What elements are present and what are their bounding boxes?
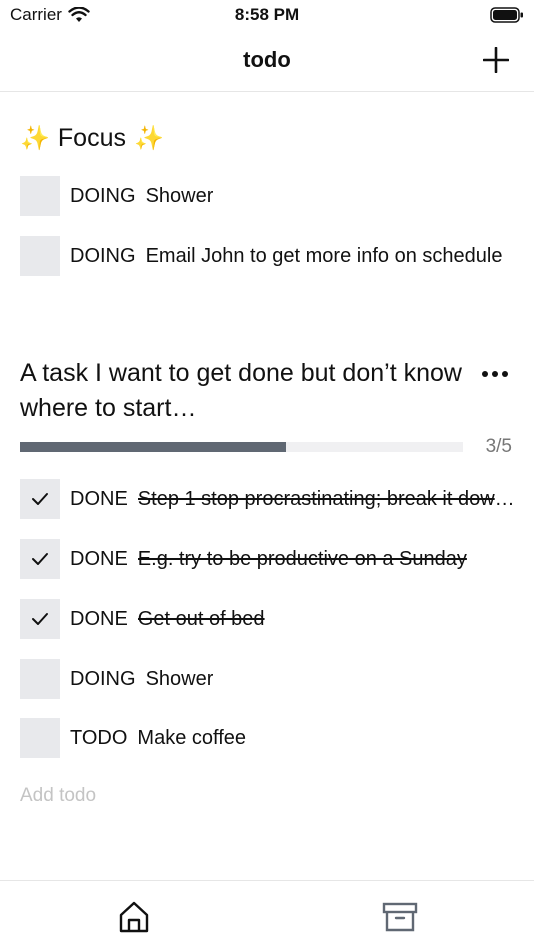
task-todo-row[interactable]: DONE E.g. try to be productive on a Sund… <box>20 539 520 579</box>
sparkles-icon: ✨ <box>20 125 50 152</box>
todo-status: TODO <box>70 726 128 749</box>
nav-bar: todo <box>0 32 534 92</box>
todo-text: Step 1 stop procrastinating; break it do… <box>137 487 520 510</box>
todo-status: DOING <box>70 244 136 267</box>
add-button[interactable] <box>478 42 514 78</box>
task-todo-row[interactable]: DOING Shower <box>20 659 520 699</box>
todo-status: DONE <box>70 547 128 570</box>
todo-checkbox[interactable] <box>20 479 60 519</box>
todo-text: Get out of bed <box>137 607 265 630</box>
focus-todo-row[interactable]: DOING Email John to get more info on sch… <box>20 236 520 276</box>
progress-bar <box>20 442 463 452</box>
more-dots-icon <box>480 371 510 377</box>
checkmark-icon <box>32 493 48 505</box>
screen: Carrier 8:58 PM todo ✨ Focus ✨ DOING Sho… <box>0 0 534 950</box>
todo-checkbox[interactable] <box>20 659 60 699</box>
progress-label: 3/5 <box>485 436 512 457</box>
checkmark-icon <box>32 613 48 625</box>
todo-status: DONE <box>70 607 128 630</box>
status-bar: Carrier 8:58 PM <box>0 0 534 32</box>
task-todo-row[interactable]: DONE Get out of bed <box>20 599 520 639</box>
task-title: A task I want to get done but don’t know… <box>20 359 462 422</box>
task-todo-row[interactable]: TODO Make coffee <box>20 718 520 758</box>
todo-status: DONE <box>70 487 128 510</box>
todo-text: Shower <box>145 184 214 207</box>
more-options-button[interactable] <box>478 360 512 388</box>
focus-todo-row[interactable]: DOING Shower <box>20 176 520 216</box>
checkmark-icon <box>32 553 48 565</box>
focus-title: Focus <box>57 124 126 152</box>
todo-status: DOING <box>70 667 136 690</box>
todo-checkbox[interactable] <box>20 176 60 216</box>
home-icon[interactable] <box>116 899 152 935</box>
archive-icon[interactable] <box>382 899 418 935</box>
battery-icon <box>490 7 523 23</box>
todo-checkbox[interactable] <box>20 599 60 639</box>
todo-checkbox[interactable] <box>20 718 60 758</box>
todo-checkbox[interactable] <box>20 539 60 579</box>
progress-fill <box>20 442 286 452</box>
focus-header: ✨ Focus ✨ <box>20 121 164 156</box>
tab-bar <box>0 880 534 950</box>
todo-text: E.g. try to be productive on a Sunday <box>137 547 467 570</box>
add-todo-input[interactable] <box>20 782 320 810</box>
todo-text: Make coffee <box>137 726 247 749</box>
task-todo-row[interactable]: DONE Step 1 stop procrastinating; break … <box>20 479 520 519</box>
clock: 8:58 PM <box>234 5 300 24</box>
todo-text: Email John to get more info on schedule <box>145 244 503 267</box>
sparkles-icon: ✨ <box>133 125 164 152</box>
plus-icon <box>483 47 509 73</box>
todo-status: DOING <box>70 184 136 207</box>
todo-text: Shower <box>145 667 214 690</box>
todo-checkbox[interactable] <box>20 236 60 276</box>
nav-title: todo <box>243 47 291 72</box>
